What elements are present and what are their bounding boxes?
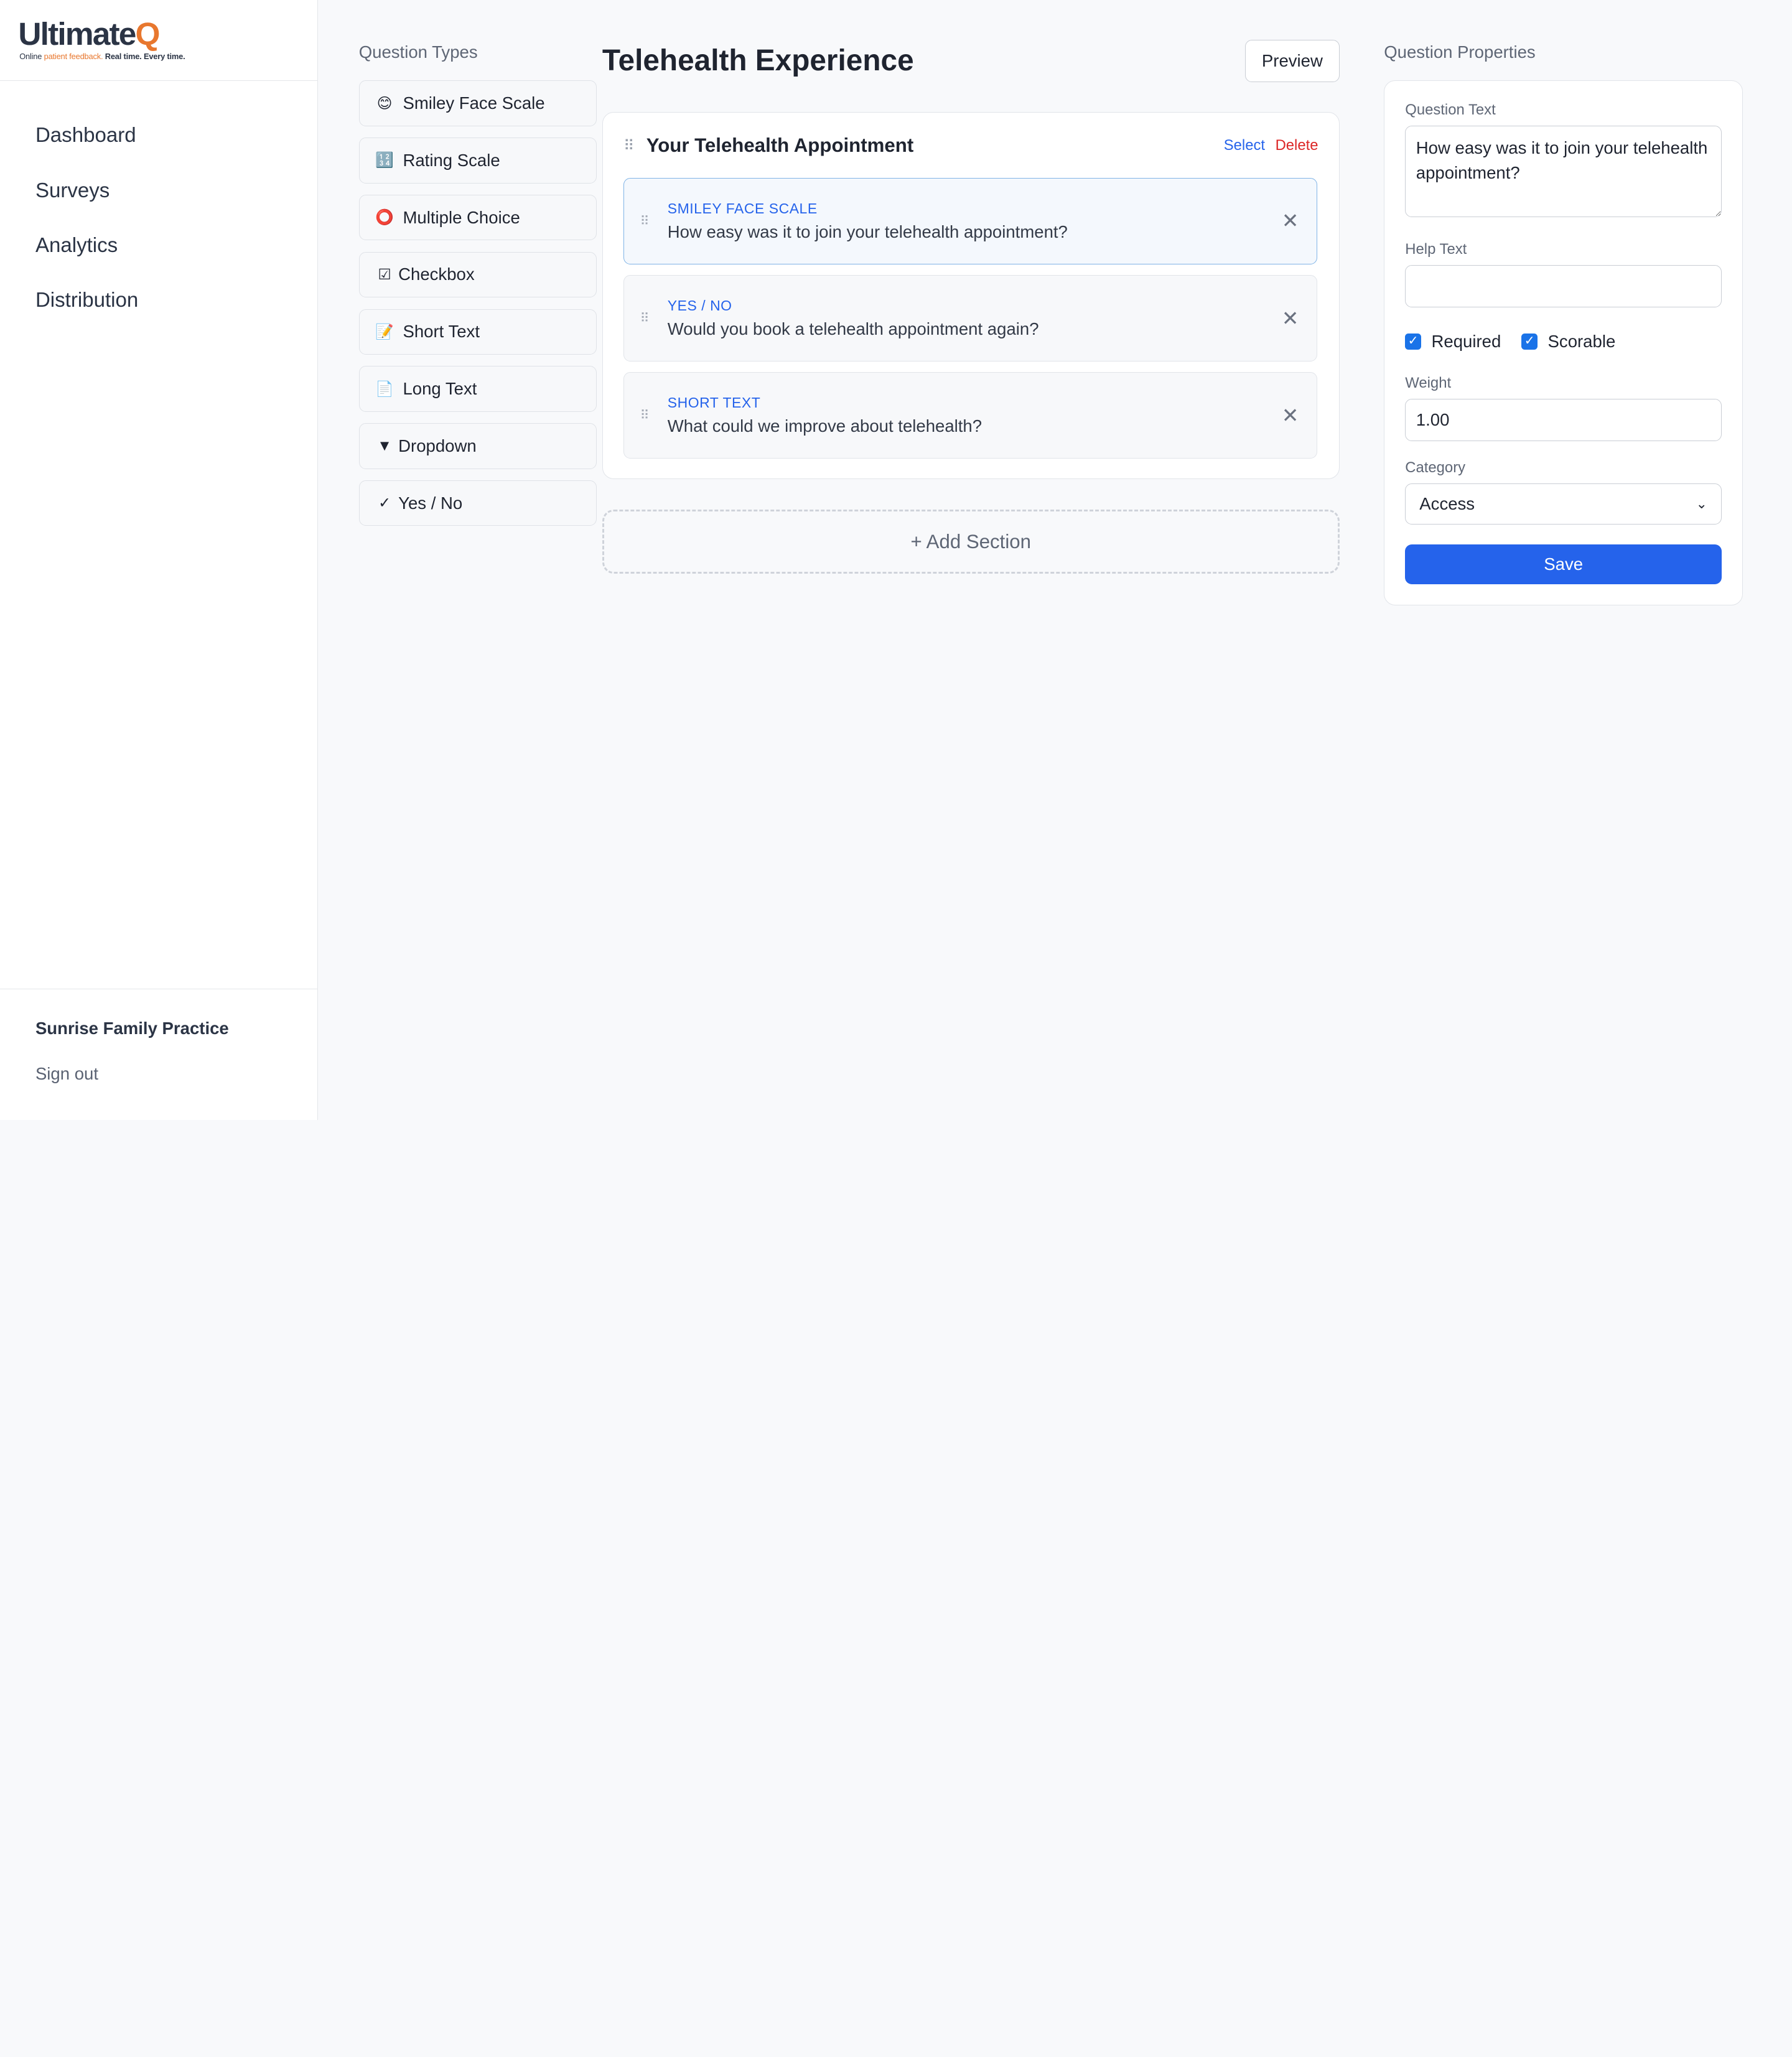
question-type: SMILEY FACE SCALE <box>667 200 818 217</box>
question-properties-panel: Question Properties Question Text How ea… <box>1354 0 1754 1120</box>
category-label: Category <box>1405 459 1466 477</box>
question-type: SHORT TEXT <box>667 394 761 411</box>
sidebar-nav: Dashboard Surveys Analytics Distribution <box>0 81 317 988</box>
scorable-checkbox[interactable]: ✓ Scorable <box>1521 332 1615 352</box>
question-body: SMILEY FACE SCALE How easy was it to joi… <box>668 200 1280 241</box>
qtype-label: Smiley Face Scale <box>403 93 545 113</box>
scorable-label: Scorable <box>1547 331 1616 351</box>
sidebar-item-distribution[interactable]: Distribution <box>0 273 317 328</box>
question-item[interactable]: ⠿ SHORT TEXT What could we improve about… <box>623 371 1317 459</box>
sidebar: UltimateQ Online patient feedback. Real … <box>0 0 318 1120</box>
required-label: Required <box>1431 331 1501 351</box>
smiley-icon: 😊 <box>376 95 393 112</box>
properties-title: Question Properties <box>1384 42 1536 62</box>
help-text-label: Help Text <box>1405 240 1467 258</box>
question-text: What could we improve about telehealth? <box>667 416 982 436</box>
numbers-icon: 🔢 <box>375 152 394 169</box>
checkbox-checked-icon[interactable]: ✓ <box>1521 333 1538 350</box>
qtype-rating-scale[interactable]: 🔢 Rating Scale <box>358 138 597 184</box>
qtype-label: Multiple Choice <box>403 207 520 227</box>
weight-label: Weight <box>1405 375 1452 391</box>
question-types-panel: Question Types 😊 Smiley Face Scale 🔢 Rat… <box>318 0 597 1120</box>
practice-name: Sunrise Family Practice <box>35 1019 229 1038</box>
question-type: YES / NO <box>667 297 732 314</box>
drag-handle-icon[interactable]: ⠿ <box>640 408 668 423</box>
radio-circle-icon: ⭕ <box>375 209 394 226</box>
preview-button[interactable]: Preview <box>1245 40 1340 83</box>
section-title: Your Telehealth Appointment <box>646 134 914 157</box>
close-icon[interactable]: ✕ <box>1280 306 1300 331</box>
question-item[interactable]: ⠿ YES / NO Would you book a telehealth a… <box>623 274 1317 362</box>
drag-handle-icon[interactable]: ⠿ <box>640 213 668 229</box>
question-item[interactable]: ⠿ SMILEY FACE SCALE How easy was it to j… <box>623 177 1317 265</box>
qtype-dropdown[interactable]: ▼ Dropdown <box>358 423 597 469</box>
qtype-yes-no[interactable]: ✓ Yes / No <box>358 480 597 526</box>
question-types-title: Question Types <box>358 42 478 62</box>
qtype-label: Dropdown <box>398 436 477 455</box>
question-text-label: Question Text <box>1405 101 1496 119</box>
checkbox-checked-icon[interactable]: ✓ <box>1405 333 1421 350</box>
question-text: Would you book a telehealth appointment … <box>667 319 1039 338</box>
triangle-down-icon: ▼ <box>377 437 392 454</box>
sidebar-item-analytics[interactable]: Analytics <box>0 218 317 273</box>
section-card: ⠿ Your Telehealth Appointment Select Del… <box>602 111 1340 479</box>
help-text-field[interactable] <box>1405 264 1722 307</box>
drag-handle-icon[interactable]: ⠿ <box>640 310 668 326</box>
qtype-checkbox[interactable]: ☑ Checkbox <box>358 251 597 298</box>
section-header: ⠿ Your Telehealth Appointment Select Del… <box>623 133 1318 158</box>
qtype-short-text[interactable]: 📝 Short Text <box>358 309 597 355</box>
document-icon: 📄 <box>375 380 394 398</box>
category-selected-value: Access <box>1419 494 1475 514</box>
qtype-long-text[interactable]: 📄 Long Text <box>358 366 597 412</box>
logo-wordmark: UltimateQ <box>18 16 160 52</box>
close-icon[interactable]: ✕ <box>1280 208 1300 233</box>
builder-header: Telehealth Experience Preview <box>602 37 1340 112</box>
page-title: Telehealth Experience <box>602 44 914 77</box>
sidebar-footer: Sunrise Family Practice Sign out <box>0 988 317 1120</box>
qtype-multiple-choice[interactable]: ⭕ Multiple Choice <box>358 194 597 241</box>
sign-out-link[interactable]: Sign out <box>35 1064 282 1084</box>
qtype-label: Checkbox <box>398 264 475 284</box>
logo: UltimateQ Online patient feedback. Real … <box>0 0 317 82</box>
sidebar-item-surveys[interactable]: Surveys <box>0 164 317 218</box>
logo-tagline: Online patient feedback. Real time. Ever… <box>19 51 185 61</box>
question-body: SHORT TEXT What could we improve about t… <box>668 394 1280 436</box>
required-checkbox[interactable]: ✓ Required <box>1405 332 1501 352</box>
question-text: How easy was it to join your telehealth … <box>667 222 1068 241</box>
category-select[interactable]: Access ⌄ <box>1405 483 1722 525</box>
weight-field[interactable] <box>1405 399 1722 441</box>
add-section-button[interactable]: + Add Section <box>602 510 1340 574</box>
save-button[interactable]: Save <box>1405 544 1722 584</box>
properties-card: Question Text How easy was it to join yo… <box>1384 80 1743 606</box>
close-icon[interactable]: ✕ <box>1280 403 1300 428</box>
chevron-down-icon: ⌄ <box>1696 496 1707 512</box>
survey-builder: Telehealth Experience Preview ⠿ Your Tel… <box>587 0 1354 1120</box>
section-delete-link[interactable]: Delete <box>1276 137 1318 154</box>
question-body: YES / NO Would you book a telehealth app… <box>668 297 1280 338</box>
checkmark-icon: ✓ <box>378 495 391 512</box>
section-select-link[interactable]: Select <box>1224 137 1265 154</box>
drag-handle-icon[interactable]: ⠿ <box>623 137 646 155</box>
qtype-label: Rating Scale <box>403 150 500 170</box>
qtype-label: Yes / No <box>398 493 463 513</box>
app-root: UltimateQ Online patient feedback. Real … <box>0 0 1792 1120</box>
options-row: ✓ Required ✓ Scorable <box>1405 329 1722 354</box>
qtype-label: Short Text <box>403 322 480 342</box>
memo-icon: 📝 <box>375 323 394 340</box>
sidebar-item-dashboard[interactable]: Dashboard <box>0 108 317 163</box>
qtype-label: Long Text <box>403 379 477 399</box>
checkbox-icon: ☑ <box>378 266 391 283</box>
question-text-field[interactable]: How easy was it to join your telehealth … <box>1405 126 1722 218</box>
qtype-smiley-face-scale[interactable]: 😊 Smiley Face Scale <box>358 80 597 126</box>
